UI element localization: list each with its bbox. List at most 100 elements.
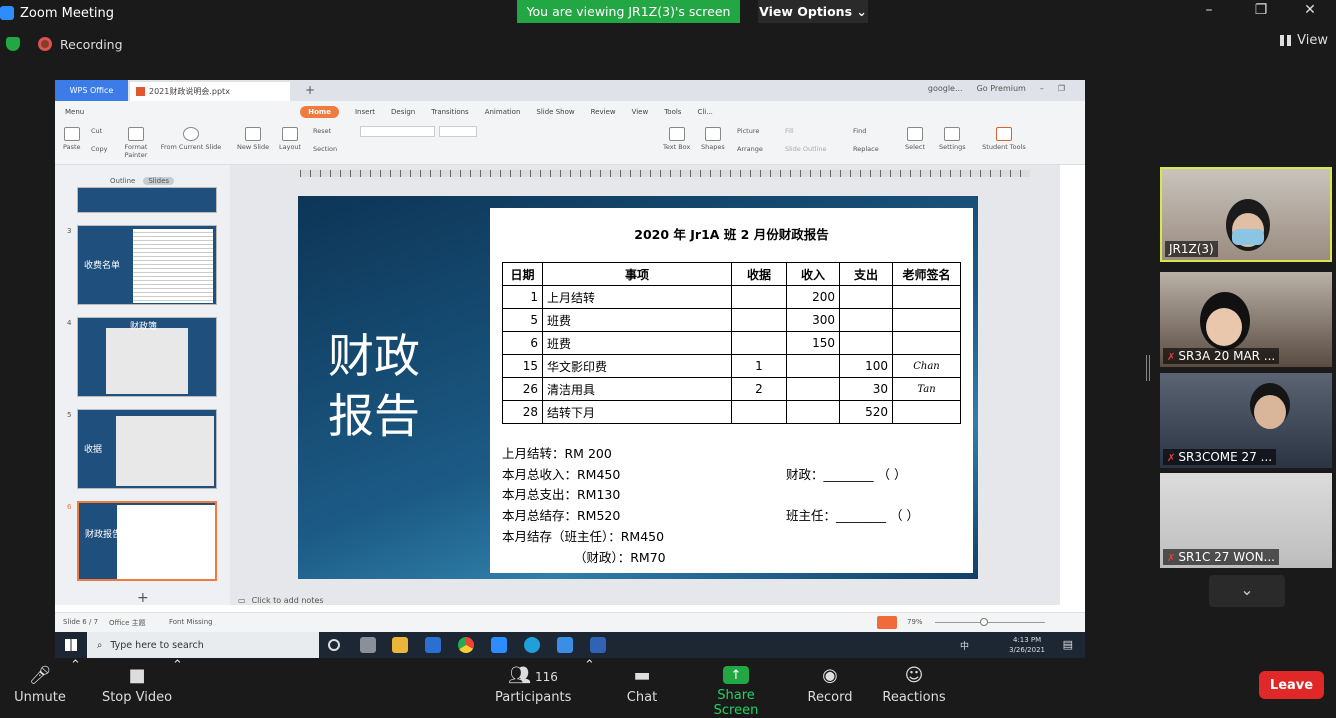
section-button[interactable]: Section — [313, 145, 337, 153]
picture-button[interactable]: Picture — [737, 127, 759, 135]
slide-canvas[interactable]: 财政 报告 2020 年 Jr1A 班 2 月份财政报告 日期 事项 收据 收入… — [298, 196, 978, 579]
stop-video-button[interactable]: ■ Stop Video — [100, 658, 174, 711]
reset-button[interactable]: Reset — [313, 127, 331, 135]
copy-button[interactable]: Copy — [91, 145, 108, 153]
video-tile-active-speaker[interactable]: JR1Z(3) — [1160, 167, 1332, 262]
video-options-caret-icon[interactable]: ⌃ — [172, 658, 183, 673]
slide-thumbnail[interactable]: 财政簿 — [77, 317, 217, 397]
slide-thumbnail[interactable]: 收据 — [77, 409, 217, 489]
table-cell — [731, 331, 787, 355]
tab-slides[interactable]: Slides — [143, 177, 175, 185]
select-button[interactable]: Select — [905, 127, 925, 151]
table-cell: 520 — [839, 400, 893, 424]
leave-button[interactable]: Leave — [1259, 671, 1324, 699]
cut-button[interactable]: Cut — [91, 127, 102, 135]
video-tile[interactable]: ✗ SR3COME 27 ... — [1160, 373, 1332, 468]
menu-item-view[interactable]: View — [632, 108, 649, 116]
menu-item-home[interactable]: Home — [300, 106, 339, 118]
paste-button[interactable]: Paste — [63, 127, 81, 151]
file-tab[interactable]: 2021财政说明会.pptx — [130, 82, 290, 101]
find-button[interactable]: Find — [853, 127, 866, 135]
menu-item-search[interactable]: Cli... — [697, 108, 712, 116]
new-tab-icon[interactable]: + — [305, 83, 315, 97]
layout-button[interactable]: Layout — [279, 127, 301, 151]
replace-button[interactable]: Replace — [853, 145, 879, 153]
task-view-icon[interactable] — [360, 637, 376, 653]
slide-thumbnail[interactable] — [77, 187, 217, 213]
student-tools-button[interactable]: Student Tools — [981, 127, 1027, 151]
panel-resize-handle[interactable] — [1146, 355, 1150, 381]
font-name-select[interactable] — [360, 126, 435, 137]
more-tiles-chevron-down-icon[interactable]: ⌄ — [1209, 575, 1285, 607]
text-box-button[interactable]: Text Box — [663, 127, 690, 151]
maximize-icon[interactable]: ❐ — [1248, 2, 1274, 22]
slide-outline-button[interactable]: Slide Outline — [785, 145, 826, 153]
participants-caret-icon[interactable]: ⌃ — [584, 658, 595, 673]
font-size-select[interactable] — [439, 126, 477, 137]
menu-item-menu[interactable]: Menu — [65, 108, 84, 116]
reactions-button[interactable]: ☺ Reactions — [880, 658, 948, 711]
font-missing-indicator[interactable]: Font Missing — [169, 618, 213, 626]
view-button[interactable]: View — [1280, 33, 1328, 48]
zoom-slider-handle[interactable] — [980, 618, 988, 626]
chrome-icon[interactable] — [458, 637, 474, 653]
format-painter-button[interactable]: Format Painter — [121, 127, 151, 159]
close-icon[interactable]: ✕ — [1297, 2, 1323, 22]
video-tile[interactable]: ✗ SR1C 27 WON... — [1160, 473, 1332, 568]
participants-button[interactable]: 👥︎ 116 Participants — [495, 658, 571, 711]
cortana-icon[interactable] — [328, 639, 340, 651]
fill-button[interactable]: Fill — [785, 127, 794, 135]
from-current-slide-button[interactable]: From Current Slide — [160, 127, 222, 151]
menu-item-transitions[interactable]: Transitions — [431, 108, 469, 116]
menu-item-design[interactable]: Design — [391, 108, 415, 116]
menu-item-tools[interactable]: Tools — [664, 108, 681, 116]
wps-taskbar-icon[interactable] — [590, 637, 606, 653]
notification-icon[interactable]: ▤ — [1063, 638, 1073, 651]
file-explorer-icon[interactable] — [392, 637, 408, 653]
zoom-level[interactable]: 79% — [907, 618, 923, 626]
taskbar-search[interactable]: ⌕ Type here to search — [87, 632, 319, 658]
ime-indicator[interactable]: 中 — [960, 639, 969, 652]
edge-icon[interactable] — [524, 637, 540, 653]
taskbar-clock[interactable]: 4:13 PM 3/26/2021 — [1009, 635, 1045, 655]
menu-item-slideshow[interactable]: Slide Show — [536, 108, 574, 116]
zoom-taskbar-icon[interactable] — [491, 637, 507, 653]
home-tab[interactable]: Home — [300, 106, 339, 118]
audio-options-caret-icon[interactable]: ⌃ — [70, 658, 81, 673]
wps-restore-icon[interactable]: ❐ — [1058, 84, 1065, 93]
menu-item-insert[interactable]: Insert — [355, 108, 375, 116]
wps-minimize-icon[interactable]: – — [1040, 84, 1044, 93]
menu-item-review[interactable]: Review — [591, 108, 616, 116]
slideshow-play-button[interactable] — [877, 616, 897, 629]
view-options-button[interactable]: View Options ⌄ — [758, 0, 868, 23]
notes-bar[interactable]: ▭ Click to add notes — [230, 590, 1060, 610]
chat-button[interactable]: ▬ Chat — [620, 658, 664, 711]
photos-icon[interactable] — [557, 637, 573, 653]
theme-name[interactable]: Office 主题 — [109, 618, 146, 628]
report-image[interactable]: 2020 年 Jr1A 班 2 月份财政报告 日期 事项 收据 收入 支出 老师… — [490, 208, 973, 573]
go-premium-link[interactable]: Go Premium — [977, 84, 1026, 93]
settings-button[interactable]: Settings — [939, 127, 966, 151]
new-slide-button[interactable]: New Slide — [237, 127, 269, 151]
slide-thumbnail[interactable]: 收费名单 — [77, 225, 217, 305]
tab-outline[interactable]: Outline — [110, 177, 135, 185]
table-cell: 华文影印费 — [542, 354, 732, 378]
arrange-button[interactable]: Arrange — [737, 145, 763, 153]
add-slide-icon[interactable]: + — [137, 590, 149, 606]
google-account[interactable]: google... — [928, 84, 963, 93]
security-shield-icon[interactable] — [6, 37, 20, 51]
unmute-button[interactable]: 🎤︎ Unmute — [10, 658, 70, 711]
share-screen-button[interactable]: ↑ Share Screen — [695, 658, 777, 718]
wps-office-tab[interactable]: WPS Office — [55, 80, 128, 101]
menu-item-animation[interactable]: Animation — [485, 108, 521, 116]
slide-title[interactable]: 财政 报告 — [328, 326, 420, 446]
record-button[interactable]: ◉ Record — [803, 658, 857, 711]
zoom-slider[interactable] — [935, 622, 1045, 623]
windows-start-icon[interactable] — [65, 639, 77, 651]
minimize-icon[interactable]: – — [1196, 2, 1222, 22]
video-tile[interactable]: ✗ SR3A 20 MAR ... — [1160, 272, 1332, 367]
taskbar-search-placeholder: Type here to search — [110, 639, 204, 651]
shapes-button[interactable]: Shapes — [701, 127, 725, 151]
slide-thumbnail-active[interactable]: 财政报告 — [77, 501, 217, 581]
mail-icon[interactable] — [425, 637, 441, 653]
